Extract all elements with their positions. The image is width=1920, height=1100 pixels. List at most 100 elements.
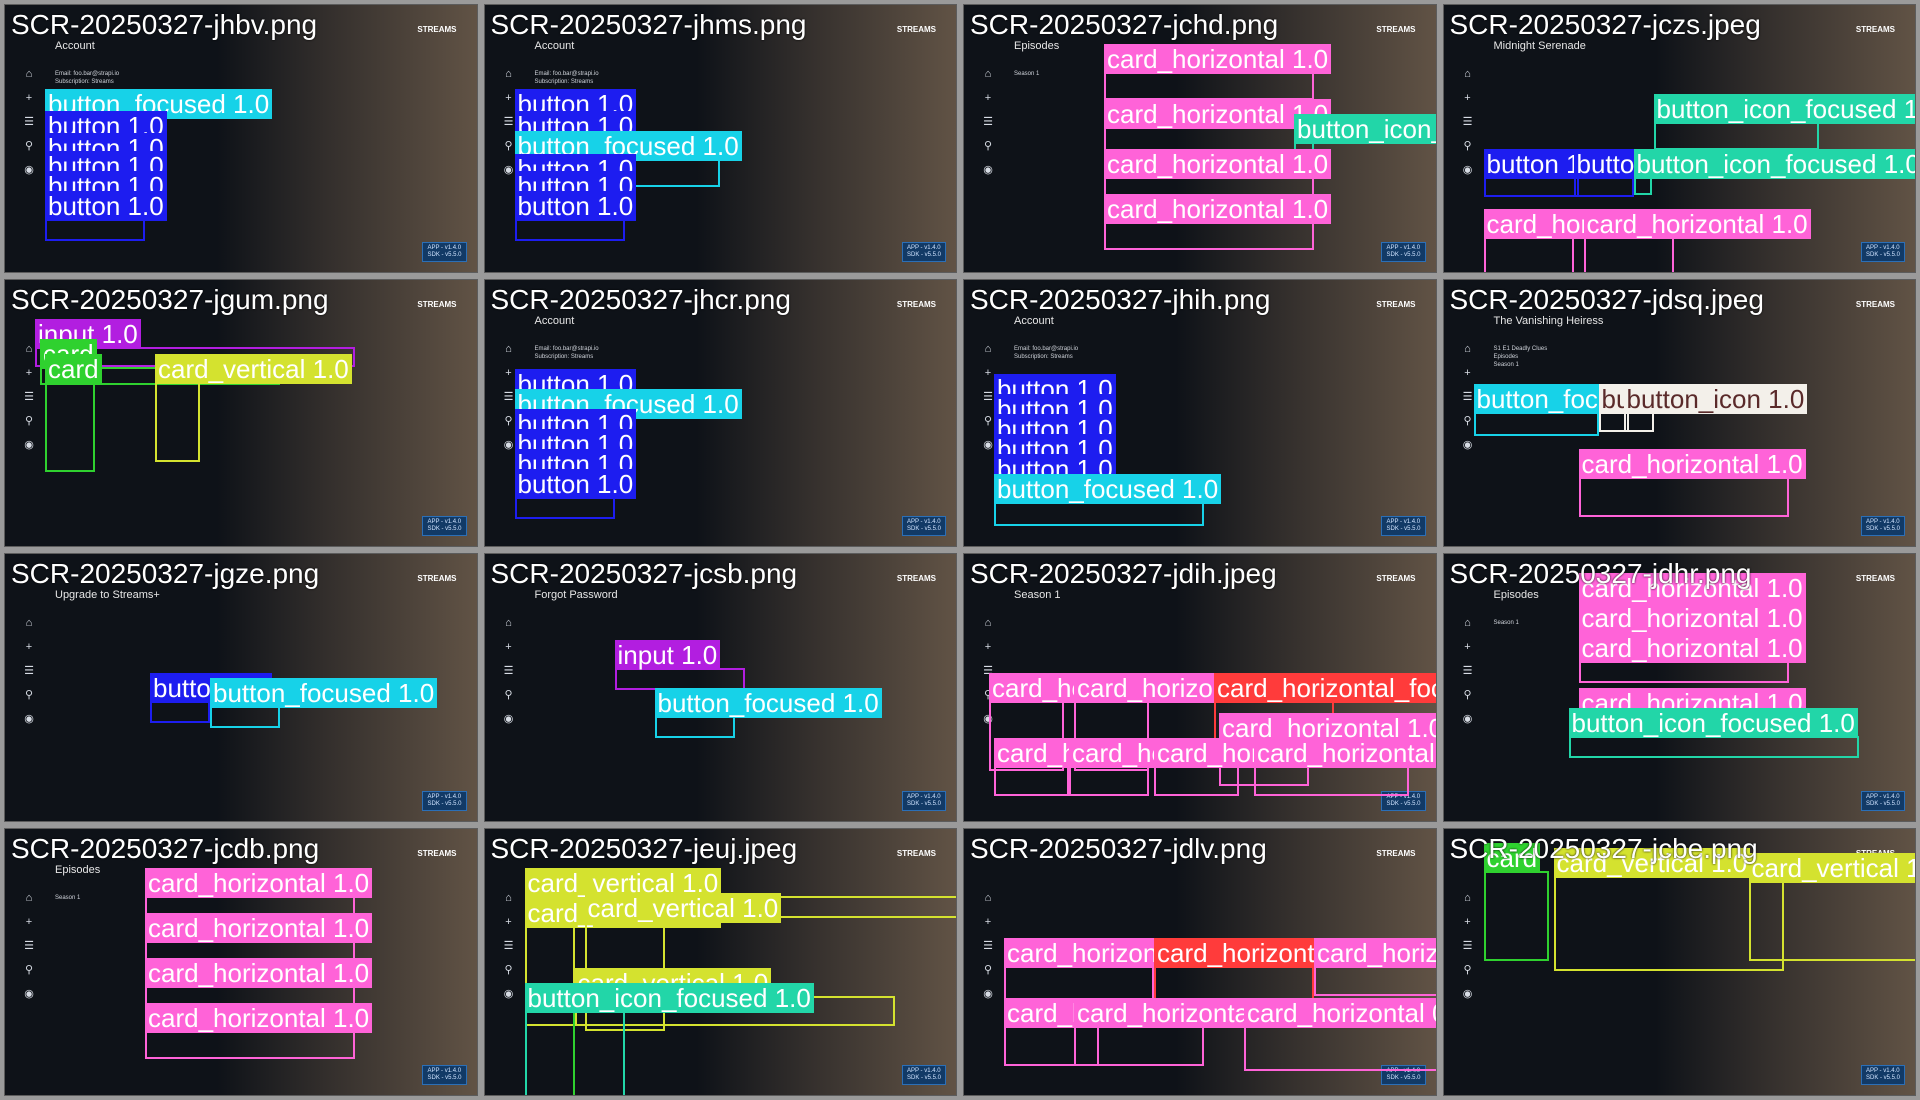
sidebar-nav-icon[interactable]: ◉ [504,987,514,1001]
sidebar-nav-icon[interactable]: ⚲ [984,414,992,428]
sidebar-nav-icon[interactable]: ⚲ [1463,688,1471,702]
sidebar-nav-icon[interactable]: ◉ [1463,987,1473,1001]
sidebar-nav-icon[interactable]: ◉ [983,987,993,1001]
sidebar-nav-icon[interactable]: ☰ [983,390,993,404]
detection-label: card_horizontal 1.0 [145,912,373,943]
version-line: SDK - v5.5.0 [1386,1075,1421,1081]
sidebar-nav-icon[interactable]: + [1464,915,1470,929]
sidebar-nav-icon[interactable]: ⚲ [25,688,33,702]
version-badge: APP - v1.4.0 SDK - v5.5.0 [422,790,467,811]
sidebar-nav-icon[interactable]: + [26,366,32,380]
sidebar-nav-icon[interactable]: ☰ [1463,390,1473,404]
detection-box: button 1.0 [514,191,637,241]
sidebar-nav-icon[interactable]: ⚲ [504,963,512,977]
version-line: SDK - v5.5.0 [1865,251,1900,258]
sidebar-nav-icon[interactable]: ⌂ [505,616,512,630]
sidebar-nav-icon[interactable]: ⚲ [504,688,512,702]
sidebar-nav-icon[interactable]: ⌂ [505,891,512,905]
sidebar-nav-icon[interactable]: ◉ [983,163,993,177]
sidebar-nav-icon[interactable]: ☰ [504,115,514,129]
info-line: Season 1 [1493,620,1519,626]
sidebar-nav-icon[interactable]: ☰ [24,664,34,678]
sidebar-nav-icon[interactable]: ☰ [504,390,514,404]
sidebar-nav-icon[interactable]: ⌂ [505,342,512,356]
sidebar-nav-icon[interactable]: + [1464,91,1470,105]
sidebar-nav-icon[interactable]: ⌂ [26,891,33,905]
sidebar-nav-icon[interactable]: ◉ [24,712,34,726]
sidebar-nav-icon[interactable]: ☰ [24,115,34,129]
sidebar-nav-icon[interactable]: + [26,640,32,654]
sidebar-nav-icon[interactable]: ⚲ [1463,139,1471,153]
sidebar-nav-icon[interactable]: ☰ [1463,939,1473,953]
screenshot-tile: SCR-20250327-jhcr.png ⌂ + ☰ ⚲ ◉ Account Email: … [483,278,957,547]
sidebar-nav-icon[interactable]: ⚲ [25,139,33,153]
sidebar-nav-icon[interactable]: ◉ [24,438,34,452]
info-line: Subscription: Streams [534,79,594,85]
sidebar-nav-icon[interactable]: + [505,366,511,380]
sidebar-nav-icon[interactable]: ☰ [983,939,993,953]
sidebar-nav-icon[interactable]: ◉ [504,163,514,177]
sidebar-nav-icon[interactable]: + [1464,366,1470,380]
sidebar-nav-icon[interactable]: + [505,91,511,105]
sidebar-nav-icon[interactable]: ⚲ [1463,963,1471,977]
sidebar-nav-icon[interactable]: ◉ [1463,163,1473,177]
sidebar-nav-icon[interactable]: ◉ [1463,438,1473,452]
sidebar-nav-icon[interactable]: ☰ [983,115,993,129]
sidebar-nav-icon[interactable]: ◉ [24,163,34,177]
sidebar-nav-icon[interactable]: + [985,915,991,929]
brand-logo: STREAMS [896,574,936,583]
info-line: Email: foo.bar@strapi.io [1014,345,1079,352]
sidebar-nav-icon[interactable]: ⌂ [1464,891,1471,905]
sidebar-nav-icon[interactable]: ☰ [504,664,514,678]
sidebar-nav-icon[interactable]: + [26,915,32,929]
sidebar-nav-icon[interactable]: ⌂ [26,616,33,630]
sidebar-nav-icon[interactable]: + [985,366,991,380]
sidebar-nav-icon[interactable]: ☰ [24,390,34,404]
version-line: SDK - v5.5.0 [427,526,462,532]
detection-box: card_horizontal 1.0 [1104,194,1332,250]
sidebar-nav-icon[interactable]: ⌂ [985,67,992,81]
sidebar-nav-icon[interactable]: + [505,915,511,929]
sidebar-nav-icon[interactable]: ◉ [983,438,993,452]
sidebar-nav-icon[interactable]: ⌂ [985,342,992,356]
sidebar-nav-icon[interactable]: ◉ [504,712,514,726]
brand-logo: STREAMS [417,25,457,34]
sidebar-nav-icon[interactable]: ⌂ [985,616,992,630]
version-line: SDK - v5.5.0 [906,800,941,807]
sidebar-nav-icon[interactable]: ⌂ [26,67,33,81]
detection-box: card_horizontal 1.0 [1583,209,1811,272]
sidebar-nav-icon[interactable]: + [1464,640,1470,654]
sidebar-nav-icon[interactable]: + [985,91,991,105]
detection-box: card_vertical 1.0 [1748,852,1916,961]
detection-label: card_horizontal 1.0 [1104,149,1332,179]
sidebar-nav-icon[interactable]: + [505,640,511,654]
sidebar-nav-icon[interactable]: ⌂ [1464,67,1471,81]
sidebar-nav-icon[interactable]: ⚲ [984,963,992,977]
sidebar-nav-icon[interactable]: ⚲ [1463,414,1471,428]
sidebar-nav-icon[interactable]: ⌂ [985,891,992,905]
info-line: Email: foo.bar@strapi.io [55,71,120,77]
detection-box: card_vertical 1.0 [155,353,352,462]
sidebar-nav-icon[interactable]: ◉ [1463,712,1473,726]
sidebar-nav-icon[interactable]: ⌂ [1464,342,1471,356]
sidebar-nav-icon[interactable]: ☰ [504,939,514,953]
sidebar-nav-icon[interactable]: ☰ [24,939,34,953]
sidebar-nav-icon[interactable]: + [26,91,32,105]
sidebar-nav-icon[interactable]: ⌂ [26,342,33,356]
sidebar-nav-icon[interactable]: ⚲ [25,414,33,428]
sidebar-nav-icon[interactable]: + [985,640,991,654]
detection-label: button_icon_focused 1.0 [1294,114,1436,144]
sidebar-nav-icon[interactable]: ⚲ [504,414,512,428]
sidebar-nav-icon[interactable]: ⚲ [984,139,992,153]
version-line: APP - v1.4.0 [427,244,462,251]
sidebar-nav-icon[interactable]: ◉ [24,987,34,1001]
sidebar-nav-icon[interactable]: ☰ [1463,664,1473,678]
sidebar-nav-icon[interactable]: ☰ [1463,115,1473,129]
sidebar-nav-icon[interactable]: ◉ [504,438,514,452]
sidebar-nav-icon[interactable]: ⌂ [505,67,512,81]
screenshot-tile: SCR-20250327-jhih.png ⌂ + ☰ ⚲ ◉ Account Email: … [963,278,1437,547]
sidebar-nav-icon[interactable]: ⌂ [1464,616,1471,630]
sidebar-nav-icon[interactable]: ⚲ [25,963,33,977]
sidebar-nav-icon[interactable]: ⚲ [504,139,512,153]
detection-box: card [45,353,102,472]
